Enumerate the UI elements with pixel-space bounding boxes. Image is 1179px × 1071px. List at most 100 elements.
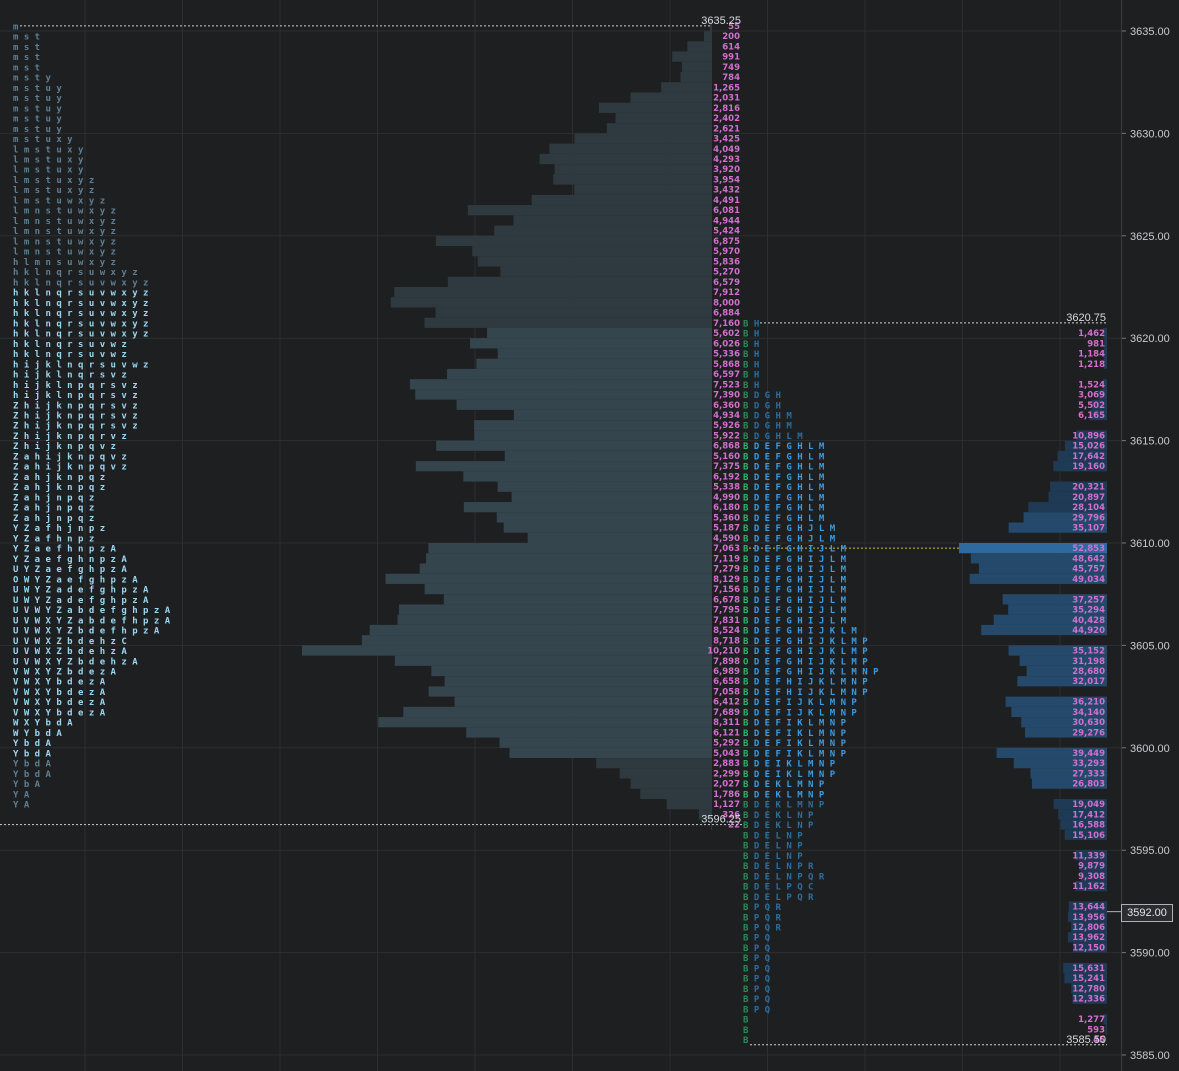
tpo-row: B D E F G H I J L M bbox=[743, 596, 847, 606]
volume-bar bbox=[398, 604, 712, 615]
tpo-row: m s t u x y bbox=[13, 135, 73, 145]
volume-label: 35,152 bbox=[1072, 647, 1105, 657]
tpo-row: B D E F G H I J L M bbox=[743, 545, 847, 555]
volume-bar bbox=[596, 758, 712, 769]
volume-bar bbox=[477, 256, 712, 267]
volume-label: 8,000 bbox=[713, 298, 740, 308]
tpo-row: B D E L N P bbox=[743, 831, 803, 841]
profile-high-label: 3635.25 bbox=[701, 15, 741, 27]
tpo-row: B D E F H I J K L M N P bbox=[743, 688, 868, 698]
volume-label: 7,523 bbox=[713, 380, 740, 390]
tpo-row: B D E I K L M N P bbox=[743, 770, 836, 780]
tpo-row: m s t bbox=[13, 53, 40, 63]
volume-bar bbox=[444, 676, 712, 687]
tpo-row: B D E F G H L M bbox=[743, 442, 825, 452]
volume-label: 11,162 bbox=[1072, 882, 1105, 892]
tpo-row: B D E L P Q R bbox=[743, 893, 814, 903]
tpo-row: B D E F I J K L M N P bbox=[743, 708, 857, 718]
volume-label: 7,375 bbox=[713, 462, 740, 472]
tpo-row: B D E L N P bbox=[743, 852, 803, 862]
tpo-row: Z a h j n p q z bbox=[13, 503, 94, 514]
volume-label: 34,140 bbox=[1072, 708, 1105, 718]
volume-bar bbox=[415, 389, 712, 400]
tpo-row: l m n s t u w x y z bbox=[13, 207, 116, 217]
tpo-row: B D E F G H L M bbox=[743, 473, 825, 483]
tpo-row: B D E K L N P bbox=[743, 811, 814, 821]
tpo-row: Z a h j n p q z bbox=[13, 492, 94, 503]
volume-label: 12,806 bbox=[1072, 923, 1105, 933]
tpo-row: h k l n q r s u v w x y z bbox=[13, 278, 148, 288]
volume-label: 29,796 bbox=[1072, 513, 1105, 523]
tpo-row: B D E F G H I J L M bbox=[743, 575, 847, 585]
volume-label: 28,680 bbox=[1072, 667, 1105, 677]
volume-label: 45,757 bbox=[1072, 565, 1105, 575]
volume-bar bbox=[424, 583, 712, 595]
volume-label: 1,184 bbox=[1078, 350, 1105, 360]
volume-bar bbox=[431, 665, 712, 677]
volume-label: 37,257 bbox=[1072, 595, 1105, 605]
tpo-row: h k l n q r s u v w x y z bbox=[13, 299, 148, 309]
volume-label: 6,678 bbox=[713, 595, 740, 605]
tpo-row: B P Q R bbox=[743, 903, 782, 913]
tpo-row: B D E L N P R bbox=[743, 862, 814, 872]
tpo-row: B D E F G H I J K L M P bbox=[743, 637, 868, 647]
tpo-row: B H bbox=[743, 319, 759, 329]
volume-label: 991 bbox=[722, 53, 740, 63]
tpo-row: B H bbox=[743, 340, 759, 350]
volume-label: 7,156 bbox=[713, 585, 740, 595]
volume-label: 8,129 bbox=[713, 575, 740, 585]
volume-label: 13,962 bbox=[1072, 933, 1105, 943]
volume-label: 4,590 bbox=[713, 534, 740, 544]
tpo-row: l m n s t u w x y z bbox=[13, 237, 116, 247]
volume-bar bbox=[606, 123, 712, 134]
tpo-row: Y b d A bbox=[13, 770, 52, 780]
volume-bar bbox=[472, 246, 712, 257]
volume-label: 9,308 bbox=[1078, 872, 1105, 882]
volume-label: 2,299 bbox=[713, 769, 740, 779]
volume-label: 6,121 bbox=[713, 728, 740, 738]
tpo-row: U Y Z a e f g h p z A bbox=[13, 565, 127, 575]
tpo-row: B D E F G H J L M bbox=[743, 534, 836, 544]
volume-label: 2,621 bbox=[713, 124, 740, 134]
volume-label: 6,579 bbox=[713, 278, 740, 288]
tpo-row: l m s t u x y z bbox=[13, 186, 94, 196]
price-tick-label: 3610.00 bbox=[1130, 538, 1170, 550]
volume-label: 5,602 bbox=[713, 329, 740, 339]
tpo-row: h i j k l n p q r s v z bbox=[13, 380, 138, 391]
tpo-row: B H bbox=[743, 371, 759, 381]
volume-label: 7,279 bbox=[713, 565, 740, 575]
tpo-row: Y Z a e f h n p z A bbox=[13, 545, 117, 555]
volume-label: 5,270 bbox=[713, 268, 740, 278]
tpo-row: B P Q bbox=[743, 995, 771, 1005]
tpo-row: Y b A bbox=[13, 780, 41, 790]
volume-label: 1,524 bbox=[1078, 380, 1105, 390]
tpo-row: m s t u y bbox=[13, 115, 62, 125]
volume-label: 28,104 bbox=[1072, 503, 1105, 513]
volume-label: 7,795 bbox=[713, 606, 740, 616]
tpo-row: h k l n q r s u w x y z bbox=[13, 268, 138, 278]
volume-label: 5,338 bbox=[713, 483, 740, 493]
volume-bar bbox=[415, 461, 712, 472]
volume-label: 5,292 bbox=[713, 739, 740, 749]
volume-label: 7,689 bbox=[713, 708, 740, 718]
volume-label: 200 bbox=[722, 32, 740, 42]
volume-label: 1,277 bbox=[1078, 1015, 1105, 1025]
volume-bar bbox=[574, 184, 712, 195]
volume-label: 6,412 bbox=[713, 698, 740, 708]
tpo-row: Z a h i j k n p q v z bbox=[13, 462, 127, 473]
tpo-row: B P Q bbox=[743, 934, 771, 944]
tpo-row: B D E F G H I J L M bbox=[743, 606, 847, 616]
volume-label: 8,718 bbox=[713, 636, 740, 646]
volume-label: 31,198 bbox=[1072, 657, 1105, 667]
volume-label: 7,058 bbox=[713, 687, 740, 697]
volume-label: 49,034 bbox=[1072, 575, 1105, 585]
tpo-row: m bbox=[13, 22, 19, 32]
volume-label: 40,428 bbox=[1072, 616, 1105, 626]
tpo-row: Y Z a f h n p z bbox=[13, 534, 94, 544]
volume-label: 5,336 bbox=[713, 350, 740, 360]
volume-label: 48,642 bbox=[1072, 554, 1105, 564]
volume-label: 39,449 bbox=[1072, 749, 1105, 759]
volume-label: 5,970 bbox=[713, 247, 740, 257]
volume-bar bbox=[456, 399, 712, 410]
tpo-row: Y A bbox=[13, 801, 30, 811]
